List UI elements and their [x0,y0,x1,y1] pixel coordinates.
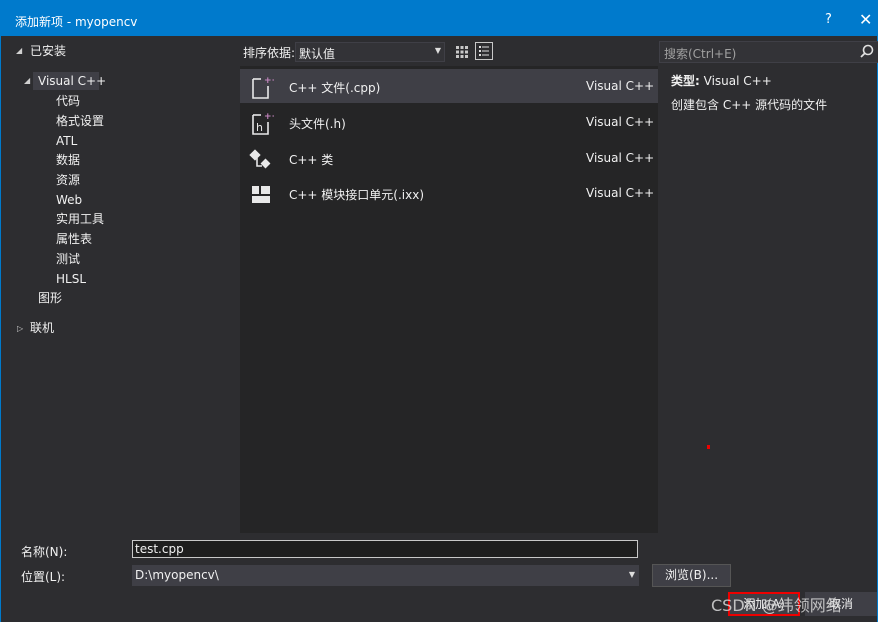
sort-by-value: 默认值 [299,47,336,61]
tree-node-hlsl[interactable]: HLSL [56,270,86,288]
watermark: CSDN @纬领网络 [711,596,842,615]
svg-text:++: ++ [264,76,274,86]
name-label: 名称(N): [21,545,68,559]
item-language: Visual C++ [586,115,655,129]
detail-type: 类型: Visual C++ [671,72,772,89]
tree-node-code[interactable]: 代码 [56,92,80,110]
item-name: 头文件(.h) [289,117,346,131]
tree-node-web[interactable]: Web [56,191,82,209]
tree-node-installed[interactable]: 已安装 [30,42,66,60]
list-item-header-file[interactable]: h ++ 头文件(.h) Visual C++ [240,105,658,139]
tree-node-utility[interactable]: 实用工具 [56,210,104,228]
search-placeholder: 搜索(Ctrl+E) [664,47,737,61]
red-marker [707,445,710,449]
template-list: ++ C++ 文件(.cpp) Visual C++ h ++ 头文件(.h) … [240,66,658,533]
tree-node-resource[interactable]: 资源 [56,171,80,189]
detail-type-value: Visual C++ [703,74,772,88]
location-value: D:\myopencv\ [135,568,219,582]
item-language: Visual C++ [586,79,655,93]
name-field[interactable]: test.cpp [132,540,638,558]
tree-node-formatting[interactable]: 格式设置 [56,112,104,130]
item-language: Visual C++ [586,151,655,165]
detail-description: 创建包含 C++ 源代码的文件 [671,98,828,112]
search-input[interactable]: 搜索(Ctrl+E) [659,41,878,63]
tree-node-online[interactable]: 联机 [30,319,54,337]
item-name: C++ 类 [289,153,334,167]
tree-node-graphics[interactable]: 图形 [38,289,62,307]
tree-node-visual-cpp[interactable]: Visual C++ [38,72,106,90]
chevron-down-icon: ▼ [434,46,441,55]
help-button[interactable]: ? [825,12,832,27]
chevron-down-icon: ▼ [628,570,635,579]
tree-node-test[interactable]: 测试 [56,250,80,268]
tree-node-atl[interactable]: ATL [56,132,77,150]
item-name: C++ 文件(.cpp) [289,81,381,95]
collapse-arrow-icon[interactable]: ◢ [24,76,30,85]
item-language: Visual C++ [586,186,655,200]
window-title: 添加新项 - myopencv [15,15,138,29]
sort-by-label: 排序依据: [243,46,296,60]
list-item-module-interface[interactable]: C++ 模块接口单元(.ixx) Visual C++ [240,176,658,210]
tree-node-data[interactable]: 数据 [56,151,80,169]
add-new-item-dialog: 添加新项 - myopencv ? ✕ ◢ 已安装 ◢ Visual C++ 代… [0,0,878,622]
grid-view-icon[interactable] [453,43,471,61]
list-view-icon[interactable] [475,42,493,60]
collapse-arrow-icon[interactable]: ◢ [16,46,22,55]
expand-arrow-icon[interactable]: ▷ [17,324,23,333]
svg-text:++: ++ [264,112,274,122]
class-icon [248,146,274,172]
title-bar: 添加新项 - myopencv ? ✕ [1,0,878,36]
search-icon[interactable] [859,43,875,64]
location-label: 位置(L): [21,570,66,584]
list-item-cpp-class[interactable]: C++ 类 Visual C++ [240,141,658,175]
browse-button[interactable]: 浏览(B)... [652,564,731,587]
item-name: C++ 模块接口单元(.ixx) [289,188,425,202]
location-dropdown[interactable]: D:\myopencv\ ▼ [132,565,639,586]
sort-by-dropdown[interactable]: 默认值 ▼ [295,42,445,62]
svg-text:h: h [256,121,263,134]
header-file-icon: h ++ [248,110,279,136]
detail-type-label: 类型: [671,74,700,88]
close-button[interactable]: ✕ [859,10,872,29]
module-icon [248,181,274,207]
list-item-cpp-file[interactable]: ++ C++ 文件(.cpp) Visual C++ [240,69,658,103]
cpp-file-icon: ++ [248,74,279,100]
tree-node-property-sheets[interactable]: 属性表 [56,230,92,248]
